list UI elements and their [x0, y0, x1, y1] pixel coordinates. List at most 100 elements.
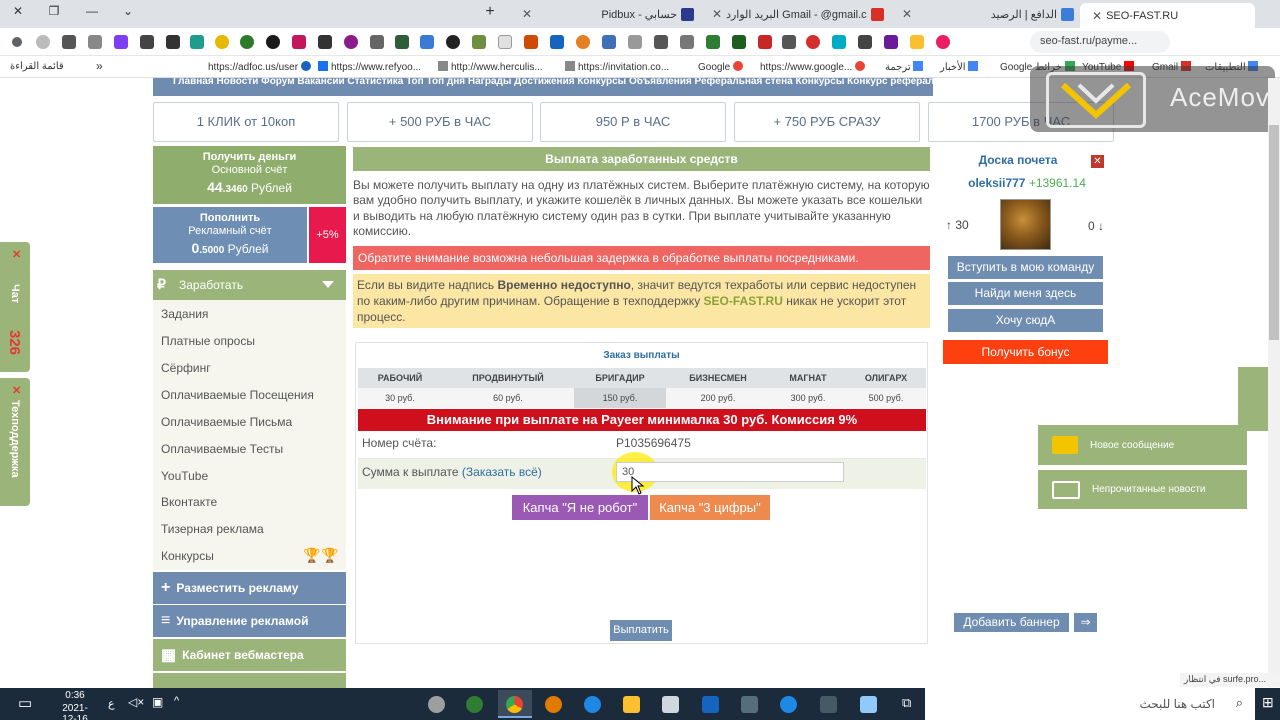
- bookmark-invitation[interactable]: https://invitation.co...: [565, 61, 669, 73]
- close-icon[interactable]: ✕: [1091, 155, 1104, 168]
- extension-icon[interactable]: [472, 35, 486, 49]
- app-icon[interactable]: [741, 696, 758, 713]
- top-up-link[interactable]: Пополнить: [153, 207, 307, 224]
- extension-icon[interactable]: [114, 35, 128, 49]
- extension-icon[interactable]: [292, 35, 306, 49]
- tab-balance[interactable]: ✕ الدافع | الرصيد: [890, 3, 1080, 25]
- extension-icon[interactable]: [395, 35, 409, 49]
- chat-tab[interactable]: ✕ Чат 326: [0, 242, 30, 372]
- menu-item-surfing[interactable]: Сёрфинг: [161, 361, 211, 375]
- bookmarks-more-button[interactable]: »: [96, 59, 103, 73]
- manage-ads-button[interactable]: ≡ Управление рекламой: [153, 605, 346, 637]
- menu-item-contests[interactable]: Конкурсы: [161, 549, 214, 563]
- tray-arrow-icon[interactable]: ^: [174, 695, 179, 707]
- honor-board-title[interactable]: Доска почета: [942, 153, 1094, 167]
- menu-item-tests[interactable]: Оплачиваемые Тесты: [161, 442, 283, 456]
- extension-icon[interactable]: [628, 35, 642, 49]
- extension-icon[interactable]: [910, 35, 924, 49]
- window-close-icon[interactable]: ✕: [8, 4, 28, 18]
- extension-icon[interactable]: [190, 35, 204, 49]
- extensions-icon[interactable]: [62, 35, 76, 49]
- app-icon[interactable]: [860, 696, 877, 713]
- app-icon[interactable]: [545, 696, 562, 713]
- join-team-button[interactable]: Вступить в мою команду: [948, 256, 1103, 279]
- extension-icon[interactable]: [88, 35, 102, 49]
- extension-icon[interactable]: [680, 35, 694, 49]
- order-all-link[interactable]: (Заказать всё): [462, 465, 542, 479]
- extension-icon[interactable]: [782, 35, 796, 49]
- new-tab-button[interactable]: +: [480, 3, 500, 21]
- tab-seo-fast[interactable]: ✕ SEO-FAST.RU: [1080, 3, 1255, 28]
- menu-item-visits[interactable]: Оплачиваемые Посещения: [161, 388, 314, 402]
- file-explorer-icon[interactable]: [623, 696, 640, 713]
- extension-icon[interactable]: [420, 35, 434, 49]
- support-tab[interactable]: ✕ Техподдержка: [0, 378, 30, 506]
- menu-item-tasks[interactable]: Задания: [161, 307, 208, 321]
- extension-icon[interactable]: [832, 35, 846, 49]
- app-icon[interactable]: [820, 696, 837, 713]
- menu-item-youtube[interactable]: YouTube: [161, 469, 208, 483]
- promo-button-4[interactable]: + 750 РУБ СРАЗУ: [734, 102, 920, 142]
- language-indicator[interactable]: ع: [108, 697, 115, 710]
- app-icon[interactable]: [662, 696, 679, 713]
- notification-icon[interactable]: ▭: [18, 694, 32, 712]
- amount-input[interactable]: 30: [616, 462, 844, 482]
- taskbar-search-box[interactable]: اكتب هنا للبحث ⌕: [925, 688, 1255, 720]
- close-icon[interactable]: ✕: [12, 384, 21, 397]
- close-icon[interactable]: ✕: [12, 248, 21, 261]
- promo-button-2[interactable]: + 500 РУБ в ЧАС: [347, 102, 533, 142]
- window-restore-icon[interactable]: ❐: [44, 4, 64, 18]
- extension-icon[interactable]: [858, 35, 872, 49]
- avatar[interactable]: [1000, 199, 1051, 250]
- sidebar-next-button[interactable]: [153, 673, 346, 688]
- extension-icon[interactable]: [446, 35, 460, 49]
- extension-icon[interactable]: [550, 35, 564, 49]
- get-bonus-button[interactable]: Получить бонус: [943, 340, 1108, 364]
- find-me-button[interactable]: Найди меня здесь: [948, 282, 1103, 305]
- bookmark-news[interactable]: الأخبار: [940, 61, 981, 73]
- honor-user[interactable]: oleksii777 +13961.14: [942, 176, 1112, 190]
- pay-out-button[interactable]: Выплатить: [610, 620, 672, 641]
- menu-item-surveys[interactable]: Платные опросы: [161, 334, 255, 348]
- menu-item-letters[interactable]: Оплачиваемые Письма: [161, 415, 292, 429]
- edge-icon[interactable]: [780, 696, 797, 713]
- extension-icon[interactable]: [706, 35, 720, 49]
- extension-icon[interactable]: [602, 35, 616, 49]
- edge-icon[interactable]: [584, 696, 601, 713]
- captcha-digits-button[interactable]: Капча "3 цифры": [650, 495, 770, 520]
- webmaster-button[interactable]: ▦ Кабинет вебмастера: [153, 639, 346, 671]
- app-icon[interactable]: [702, 696, 719, 713]
- close-tab-icon[interactable]: ✕: [1092, 9, 1102, 23]
- main-balance-card[interactable]: Получить деньги Основной счёт 44.3460 Ру…: [153, 146, 346, 204]
- unread-news-notification[interactable]: Непрочитанные новости: [1038, 469, 1247, 509]
- reading-list[interactable]: قائمة القراءة: [10, 61, 64, 72]
- support-link[interactable]: SEO-FAST.RU: [704, 294, 783, 308]
- bookmark-translate[interactable]: ترجمة: [885, 61, 926, 73]
- extension-icon[interactable]: [498, 35, 512, 49]
- close-tab-icon[interactable]: ✕: [902, 7, 912, 21]
- extension-icon[interactable]: [215, 35, 229, 49]
- extension-icon[interactable]: [240, 35, 254, 49]
- votes-up[interactable]: ↑ 30: [946, 218, 969, 232]
- volume-icon[interactable]: ◁×: [128, 695, 144, 709]
- close-tab-icon[interactable]: ✕: [522, 7, 532, 21]
- extension-icon[interactable]: [344, 35, 358, 49]
- earn-menu-header[interactable]: ₽ Заработать: [153, 270, 346, 300]
- captcha-robot-button[interactable]: Капча "Я не робот": [512, 495, 648, 520]
- bonus-percent-badge[interactable]: +5%: [309, 207, 346, 263]
- app-icon[interactable]: [466, 696, 483, 713]
- promo-button-1[interactable]: 1 КЛИК от 10коп: [153, 102, 339, 142]
- extension-icon[interactable]: [732, 35, 746, 49]
- address-bar[interactable]: seo-fast.ru/payme...: [1030, 31, 1170, 53]
- profile-icon[interactable]: [36, 35, 50, 49]
- extension-icon[interactable]: [318, 35, 332, 49]
- task-view-icon[interactable]: ⧉: [902, 695, 911, 711]
- bookmark-adfocus[interactable]: https://adfoc.us/user: [208, 61, 314, 73]
- get-money-link[interactable]: Получить деньги: [153, 146, 346, 163]
- extension-icon[interactable]: [370, 35, 384, 49]
- place-ads-button[interactable]: + Разместить рекламу: [153, 572, 346, 604]
- close-tab-icon[interactable]: ✕: [712, 7, 722, 21]
- add-banner-button[interactable]: Добавить баннер: [954, 613, 1069, 632]
- bookmark-google-url[interactable]: https://www.google...: [760, 61, 868, 73]
- promo-button-3[interactable]: 950 Р в ЧАС: [540, 102, 726, 142]
